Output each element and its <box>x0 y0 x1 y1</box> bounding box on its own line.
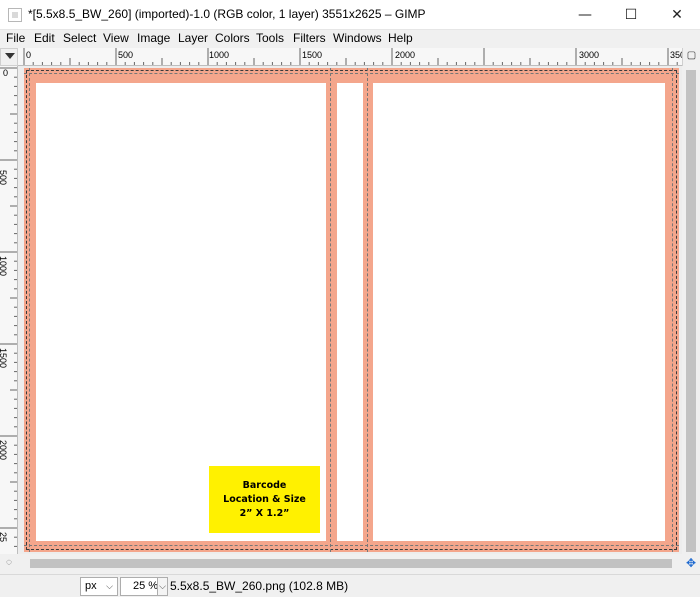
vruler-label-500: 500 <box>0 170 8 185</box>
vruler-label-0: 0 <box>3 68 8 78</box>
close-button[interactable]: ✕ <box>654 0 700 30</box>
vertical-scrollbar[interactable] <box>682 66 700 554</box>
menu-help[interactable]: Help <box>388 31 413 45</box>
vruler-label-2500: 25 <box>0 532 8 542</box>
menu-windows[interactable]: Windows <box>333 31 382 45</box>
barcode-line-1: Barcode <box>242 480 287 491</box>
file-info: 5.5x8.5_BW_260.png (102.8 MB) <box>170 579 349 593</box>
window-title: *[5.5x8.5_BW_260] (imported)-1.0 (RGB co… <box>28 7 426 21</box>
quick-mask-toggle-icon[interactable]: ◌ <box>0 554 18 572</box>
menu-bar: File Edit Select View Image Layer Colors… <box>0 30 700 48</box>
guide-spine-left <box>330 68 331 552</box>
menu-file[interactable]: File <box>6 31 25 45</box>
guide-right <box>672 68 673 552</box>
status-bar: px ⌵ 25 % ⌵ 5.5x8.5_BW_260.png (102.8 MB… <box>0 574 700 597</box>
gimp-app-icon <box>8 8 22 22</box>
maximize-button[interactable]: ☐ <box>608 0 654 30</box>
chevron-down-icon: ⌵ <box>106 581 113 591</box>
unit-selector[interactable]: px ⌵ <box>80 577 118 596</box>
menu-select[interactable]: Select <box>63 31 96 45</box>
front-cover-panel <box>373 83 665 541</box>
quick-mask-menu-button[interactable] <box>0 48 18 66</box>
zoom-image-toggle-icon[interactable]: ▢ <box>682 48 700 66</box>
hruler-label-1000: 1000 <box>209 50 229 60</box>
barcode-line-2: Location & Size <box>223 494 306 505</box>
guide-bottom <box>24 545 679 546</box>
vertical-scrollbar-thumb[interactable] <box>686 70 696 552</box>
vruler-label-2000: 2000 <box>0 440 8 460</box>
barcode-placeholder: Barcode Location & Size 2” X 1.2” <box>209 466 320 533</box>
menu-colors[interactable]: Colors <box>215 31 250 45</box>
minimize-button[interactable]: — <box>562 0 608 30</box>
guide-left <box>29 68 30 552</box>
hruler-label-500: 500 <box>118 50 133 60</box>
menu-image[interactable]: Image <box>137 31 170 45</box>
horizontal-scrollbar[interactable]: ◌ ✥ <box>0 554 700 572</box>
vruler-label-1000: 1000 <box>0 256 8 276</box>
horizontal-scrollbar-thumb[interactable] <box>30 559 672 568</box>
image-canvas[interactable]: Barcode Location & Size 2” X 1.2” <box>18 66 682 554</box>
zoom-selector[interactable]: 25 % ⌵ <box>120 577 168 596</box>
horizontal-ruler[interactable]: 0 500 1000 1500 2000 3000 350 <box>18 48 682 66</box>
chevron-down-icon[interactable]: ⌵ <box>157 578 167 595</box>
vertical-ruler-ticks: 0 500 1000 1500 2000 25 <box>0 67 17 547</box>
hruler-label-3500: 350 <box>670 50 682 60</box>
spine-panel <box>337 83 363 541</box>
guide-top <box>24 73 679 74</box>
guide-spine-right <box>367 68 368 552</box>
title-bar: *[5.5x8.5_BW_260] (imported)-1.0 (RGB co… <box>0 0 700 30</box>
hruler-label-2000: 2000 <box>395 50 415 60</box>
zoom-value: 25 % <box>133 580 159 592</box>
menu-tools[interactable]: Tools <box>256 31 284 45</box>
menu-layer[interactable]: Layer <box>178 31 208 45</box>
unit-value: px <box>85 580 97 592</box>
menu-filters[interactable]: Filters <box>293 31 326 45</box>
hruler-label-3000: 3000 <box>579 50 599 60</box>
book-cover-image[interactable]: Barcode Location & Size 2” X 1.2” <box>24 68 679 552</box>
vertical-ruler[interactable]: 0 500 1000 1500 2000 25 <box>0 66 18 554</box>
hruler-label-1500: 1500 <box>302 50 322 60</box>
horizontal-ruler-ticks: 0 500 1000 1500 2000 3000 350 <box>23 48 682 65</box>
navigate-image-icon[interactable]: ✥ <box>682 554 700 572</box>
menu-view[interactable]: View <box>103 31 129 45</box>
barcode-line-3: 2” X 1.2” <box>239 508 290 519</box>
menu-edit[interactable]: Edit <box>34 31 55 45</box>
vruler-label-1500: 1500 <box>0 348 8 368</box>
hruler-label-0: 0 <box>26 50 31 60</box>
